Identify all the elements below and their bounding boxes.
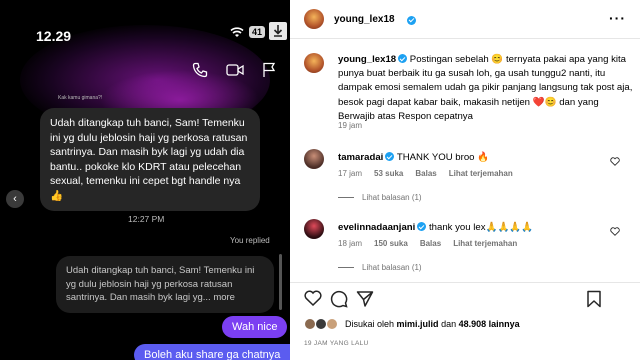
comment-username[interactable]: evelinnadaanjani (338, 222, 415, 233)
translate-button[interactable]: Lihat terjemahan (449, 169, 513, 178)
avatar (326, 318, 338, 330)
liked-by-count[interactable]: 48.908 lainnya (459, 319, 520, 329)
liked-by-text: Disukai oleh mimi.julid dan 48.908 lainn… (345, 319, 520, 329)
received-message[interactable]: Udah ditangkap tuh banci, Sam! Temenku i… (40, 108, 260, 211)
bookmark-icon[interactable] (586, 290, 602, 313)
caption-time: 19 jam (338, 121, 363, 130)
comment-time: 17 jam (338, 169, 363, 178)
verified-badge-icon (385, 152, 395, 161)
chat-header-actions (192, 62, 276, 78)
wifi-icon (230, 26, 244, 38)
comment-username[interactable]: tamaradai (338, 152, 383, 163)
dm-screenshot: 12.29 41 Kak kamu gimana?! Udah ditangka… (0, 0, 290, 360)
you-replied-label: You replied (230, 236, 270, 245)
comment-icon[interactable] (330, 290, 348, 313)
comment-meta: 17 jam 53 suka Balas Lihat terjemahan (338, 169, 513, 178)
avatar[interactable] (304, 219, 324, 239)
verified-badge-icon (406, 15, 416, 25)
comment-meta: 18 jam 150 suka Balas Lihat terjemahan (338, 239, 517, 248)
heart-icon[interactable] (304, 290, 322, 311)
comment-body: thank you lex🙏🙏🙏🙏 (428, 222, 534, 233)
avatar[interactable] (304, 149, 324, 169)
translate-button[interactable]: Lihat terjemahan (453, 239, 517, 248)
divider (338, 197, 354, 198)
avatar[interactable] (304, 9, 324, 29)
see-replies-label: Lihat balasan (1) (362, 263, 422, 272)
comment-likes[interactable]: 150 suka (374, 239, 408, 248)
phone-icon[interactable] (192, 62, 208, 78)
post-date: 19 JAM YANG LALU (304, 340, 369, 347)
liked-by-and: dan (441, 319, 457, 329)
comment-text: tamaradai THANK YOU broo 🔥 (338, 151, 489, 163)
comment-body: THANK YOU broo 🔥 (396, 152, 490, 163)
divider (338, 267, 354, 268)
post-header: young_lex18 (304, 9, 416, 29)
verified-badge-icon (398, 54, 408, 63)
reply-context-label: Kak kamu gimana?! (58, 95, 103, 101)
see-replies-label: Lihat balasan (1) (362, 193, 422, 202)
quoted-message[interactable]: Udah ditangkap tuh banci, Sam! Temenku i… (56, 256, 274, 313)
username[interactable]: young_lex18 (334, 14, 395, 25)
message-timestamp: 12:27 PM (128, 214, 165, 224)
reply-button[interactable]: Balas (415, 169, 436, 178)
comment-time: 18 jam (338, 239, 363, 248)
comment-likes[interactable]: 53 suka (374, 169, 403, 178)
heart-icon[interactable] (610, 153, 620, 171)
flag-icon[interactable] (262, 62, 276, 78)
see-replies[interactable]: Lihat balasan (1) (338, 263, 422, 272)
reply-button[interactable]: Balas (420, 239, 441, 248)
divider (290, 38, 640, 39)
verified-badge-icon (417, 222, 427, 231)
caption-username[interactable]: young_lex18 (338, 54, 396, 65)
sent-message[interactable]: Boleh aku share ga chatnya (134, 344, 290, 360)
instagram-post: young_lex18 ··· young_lex18 Postingan se… (290, 0, 640, 360)
see-replies[interactable]: Lihat balasan (1) (338, 193, 422, 202)
caption-text-block: young_lex18 Postingan sebelah 😊 ternyata… (338, 53, 634, 124)
more-options-icon[interactable]: ··· (609, 10, 626, 26)
liked-by-user[interactable]: mimi.julid (397, 319, 439, 329)
heart-icon[interactable] (610, 223, 620, 241)
battery-indicator: 41 (249, 26, 266, 38)
status-icons: 41 (230, 26, 266, 38)
comment-text: evelinnadaanjani thank you lex🙏🙏🙏🙏 (338, 221, 533, 233)
divider (290, 282, 640, 283)
liked-by: Disukai oleh mimi.julid dan 48.908 lainn… (304, 318, 520, 330)
carousel-prev-icon[interactable]: ‹ (6, 190, 24, 208)
download-icon[interactable] (269, 22, 287, 40)
status-time: 12.29 (36, 28, 72, 44)
share-icon[interactable] (356, 290, 374, 313)
avatar[interactable] (304, 53, 324, 73)
video-icon[interactable] (226, 62, 244, 78)
reply-indicator-bar (279, 254, 282, 310)
liked-by-prefix: Disukai oleh (345, 319, 395, 329)
post-actions (304, 290, 626, 310)
sent-message[interactable]: Wah nice (222, 316, 288, 338)
